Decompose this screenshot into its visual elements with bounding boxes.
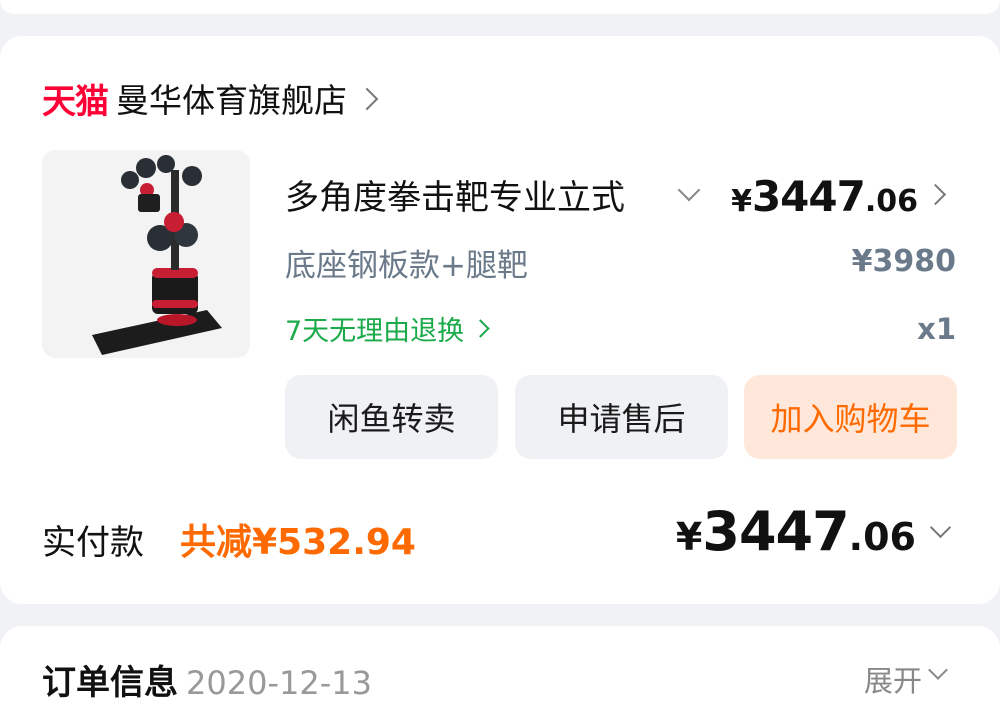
- chevron-right-icon: [355, 87, 379, 111]
- paid-label: 实付款: [42, 523, 144, 563]
- discount-amount: 共减¥532.94: [180, 522, 416, 563]
- shop-header[interactable]: 天猫 曼华体育旗舰店: [42, 77, 379, 121]
- chevron-right-icon: [471, 319, 490, 338]
- price-currency: ¥: [731, 184, 752, 219]
- product-title[interactable]: 多角度拳击靶专业立式: [285, 170, 663, 219]
- refund-policy-link[interactable]: 7天无理由退换: [285, 309, 490, 348]
- total-integer: 3447: [702, 500, 849, 563]
- order-info-header: 订单信息 2020-12-13: [42, 655, 372, 704]
- shop-name: 曼华体育旗舰店: [116, 81, 347, 120]
- price-integer: 3447: [751, 172, 866, 221]
- after-sale-button[interactable]: 申请售后: [515, 375, 728, 459]
- boxing-target-image: [42, 150, 250, 358]
- unit-price: ¥3447.06: [731, 172, 918, 221]
- total-currency: ¥: [675, 515, 703, 559]
- original-price: ¥3980: [851, 244, 956, 279]
- total-paid[interactable]: ¥3447.06: [676, 500, 916, 563]
- resell-button[interactable]: 闲鱼转卖: [285, 375, 498, 459]
- expand-button[interactable]: 展开: [864, 658, 922, 700]
- total-decimal: .06: [848, 515, 916, 559]
- add-to-cart-button[interactable]: 加入购物车: [744, 375, 957, 459]
- refund-policy-label: 7天无理由退换: [285, 316, 465, 347]
- product-image[interactable]: [42, 150, 250, 358]
- previous-card: [0, 0, 1000, 14]
- product-sku: 底座钢板款+腿靶: [285, 248, 528, 284]
- tmall-logo: 天猫: [42, 82, 109, 121]
- order-info-title: 订单信息: [42, 663, 178, 703]
- order-date: 2020-12-13: [186, 664, 372, 702]
- quantity: x1: [917, 312, 956, 346]
- price-decimal: .06: [864, 184, 918, 219]
